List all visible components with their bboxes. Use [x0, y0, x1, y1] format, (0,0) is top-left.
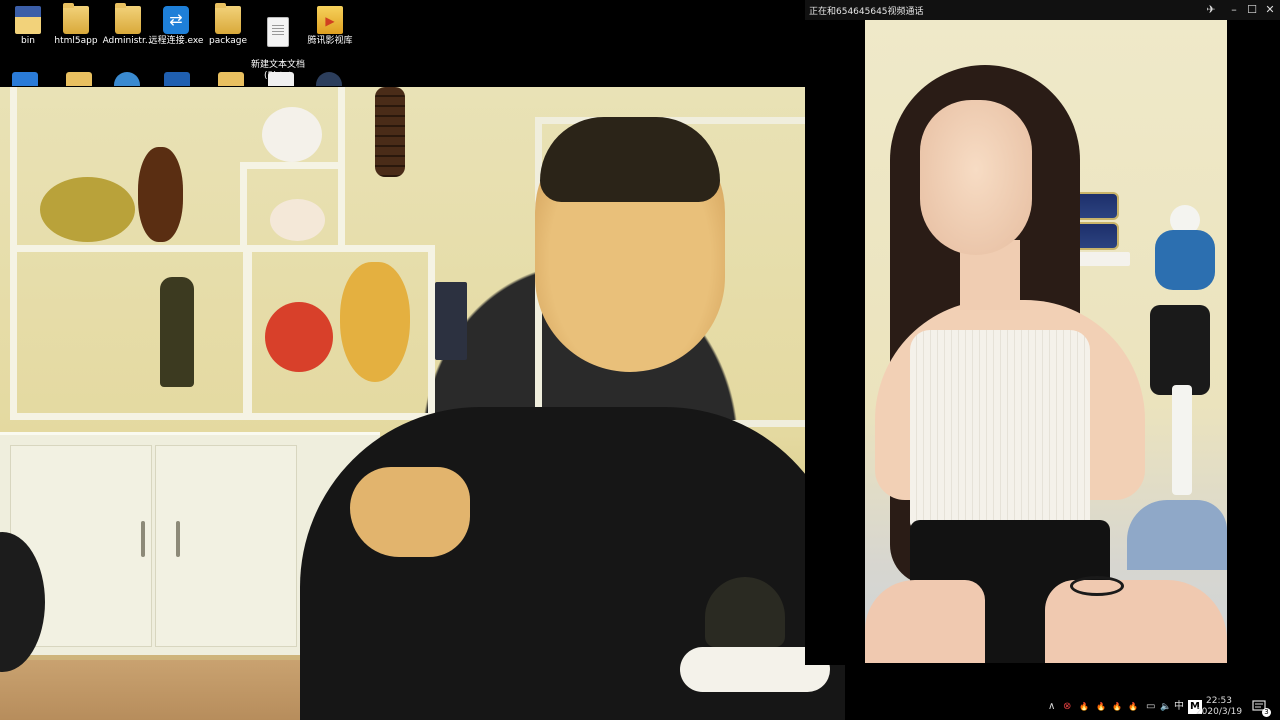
bracelet	[1070, 576, 1124, 596]
minimize-button[interactable]: –	[1225, 2, 1243, 18]
call-titlebar[interactable]: 正在和654645645视频通话 ✈ – ☐ ✕	[805, 0, 1280, 20]
desktop-icon-partial[interactable]	[12, 72, 38, 86]
shelf-frame	[10, 245, 250, 420]
video-call-window[interactable]: 正在和654645645视频通话 ✈ – ☐ ✕	[805, 0, 1280, 665]
desktop-icon-label: Administr...	[102, 36, 154, 46]
remote-video-feed	[865, 20, 1227, 663]
cat-figurine	[262, 107, 322, 162]
system-tray: ∧ ⊗ 🔥 🔥 🔥 🔥 ▭ 🔈 中 M 22:53 2020/3/19 3	[1046, 696, 1280, 720]
call-title: 正在和654645645视频通话	[809, 7, 924, 17]
electric-fan	[1150, 205, 1220, 495]
media-folder-icon	[317, 6, 343, 34]
person-hair	[540, 117, 720, 202]
desktop-icon-html5app[interactable]: html5app	[48, 2, 104, 47]
desktop-icon-package[interactable]: package	[200, 2, 256, 47]
blue-pillow	[1127, 500, 1227, 570]
desktop-icon-label: html5app	[54, 36, 98, 46]
folder-icon	[63, 3, 89, 34]
teamviewer-icon	[163, 6, 189, 34]
notification-center-button[interactable]: 3	[1252, 699, 1271, 717]
stool	[705, 577, 785, 647]
tray-app-icon[interactable]: 🔥	[1112, 700, 1122, 714]
text-file-icon	[267, 17, 289, 47]
network-icon[interactable]: ▭	[1146, 700, 1155, 714]
pin-button[interactable]: ✈	[1202, 2, 1220, 18]
desktop-icon-partial[interactable]	[66, 72, 92, 86]
champagne-bottle	[160, 277, 194, 387]
folder-icon	[215, 3, 241, 34]
durian-decoration	[40, 177, 135, 242]
show-hidden-icons-icon[interactable]: ∧	[1048, 700, 1055, 714]
box-decoration	[435, 282, 467, 360]
woman-leg	[865, 580, 985, 663]
person-icon	[15, 6, 41, 34]
tray-app-icon[interactable]: 🔥	[1079, 700, 1089, 714]
woman-leg	[1045, 580, 1227, 663]
taskbar-clock[interactable]: 22:53 2020/3/19	[1194, 696, 1244, 718]
desktop-icon-remote-exe[interactable]: 远程连接.exe	[148, 2, 204, 47]
desktop-icon-label: package	[209, 36, 247, 46]
red-lantern	[265, 302, 333, 372]
clock-time: 22:53	[1206, 696, 1232, 706]
input-method-icon[interactable]: 中	[1174, 700, 1184, 714]
desktop-icon-partial[interactable]	[218, 72, 244, 86]
person-hand	[350, 467, 470, 557]
desktop-icon-tencent-video[interactable]: 腾讯影视库	[302, 2, 358, 47]
notification-badge: 3	[1262, 708, 1271, 717]
desktop-icon-label: bin	[21, 36, 35, 46]
clock-date: 2020/3/19	[1195, 707, 1243, 717]
gourd-decoration	[340, 262, 410, 382]
desktop-icon-partial[interactable]	[114, 72, 140, 86]
close-button[interactable]: ✕	[1261, 2, 1279, 18]
cat-figurine	[270, 199, 325, 241]
tray-app-icon[interactable]: 🔥	[1096, 700, 1106, 714]
bead-necklace	[375, 87, 405, 177]
desktop-icon-partial[interactable]	[268, 72, 294, 86]
volume-icon[interactable]: 🔈	[1160, 700, 1171, 714]
violin-decoration	[138, 147, 183, 242]
desktop-icon-text-file[interactable]: 新建文本文档 (5).txt	[250, 2, 306, 82]
woman-top	[910, 330, 1090, 530]
desktop-icon-partial[interactable]	[316, 72, 342, 86]
self-video-feed	[0, 87, 845, 720]
user-folder-icon	[115, 3, 141, 34]
desktop-icon-label: 远程连接.exe	[148, 36, 204, 46]
desktop-icon-partial[interactable]	[164, 72, 190, 86]
woman-face	[920, 100, 1032, 255]
tray-app-icon[interactable]: 🔥	[1128, 700, 1138, 714]
desktop-icon-label: 腾讯影视库	[307, 36, 353, 46]
cabinet-door	[155, 445, 297, 647]
cabinet-handle	[141, 521, 145, 557]
app-tray-icon[interactable]: ⊗	[1063, 700, 1071, 714]
maximize-button[interactable]: ☐	[1243, 2, 1261, 18]
cabinet-handle	[176, 521, 180, 557]
